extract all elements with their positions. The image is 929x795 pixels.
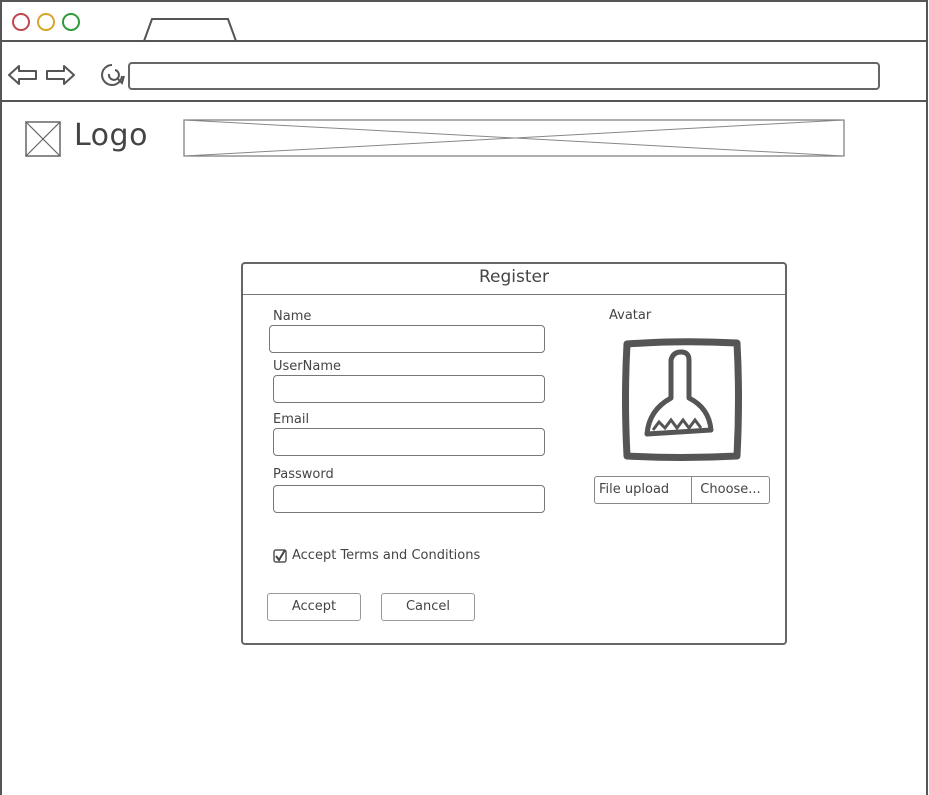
dialog-title: Register [479,267,549,287]
browser-tab[interactable] [140,16,240,42]
close-window-button[interactable] [12,13,30,31]
logo-image-placeholder-icon [25,121,61,157]
cancel-button[interactable]: Cancel [381,593,475,621]
header-banner-placeholder [183,119,845,157]
username-input[interactable] [273,375,545,403]
file-upload-label: File upload [599,482,670,497]
password-label: Password [273,467,334,482]
accept-button[interactable]: Accept [267,593,361,621]
email-label: Email [273,412,310,427]
back-arrow-icon[interactable] [7,63,39,87]
url-input[interactable] [128,62,880,90]
file-upload-control: File upload Choose... [594,476,770,504]
reload-icon[interactable] [97,61,127,91]
choose-file-button[interactable]: Choose... [691,477,769,503]
avatar-label: Avatar [609,308,652,323]
accept-terms-label: Accept Terms and Conditions [292,548,481,563]
dialog-title-divider [243,294,785,295]
logo-text: Logo [74,118,148,153]
forward-arrow-icon[interactable] [44,63,76,87]
accept-terms-checkbox[interactable] [273,549,287,563]
name-label: Name [273,309,312,324]
register-dialog: Register Name UserName Email Password Av… [241,262,787,645]
maximize-window-button[interactable] [62,13,80,31]
window-border-right [926,0,928,795]
password-input[interactable] [273,485,545,513]
window-border-left [0,0,2,795]
email-input[interactable] [273,428,545,456]
username-label: UserName [273,359,341,374]
avatar-image-icon [622,338,742,461]
minimize-window-button[interactable] [37,13,55,31]
name-input[interactable] [269,325,545,353]
